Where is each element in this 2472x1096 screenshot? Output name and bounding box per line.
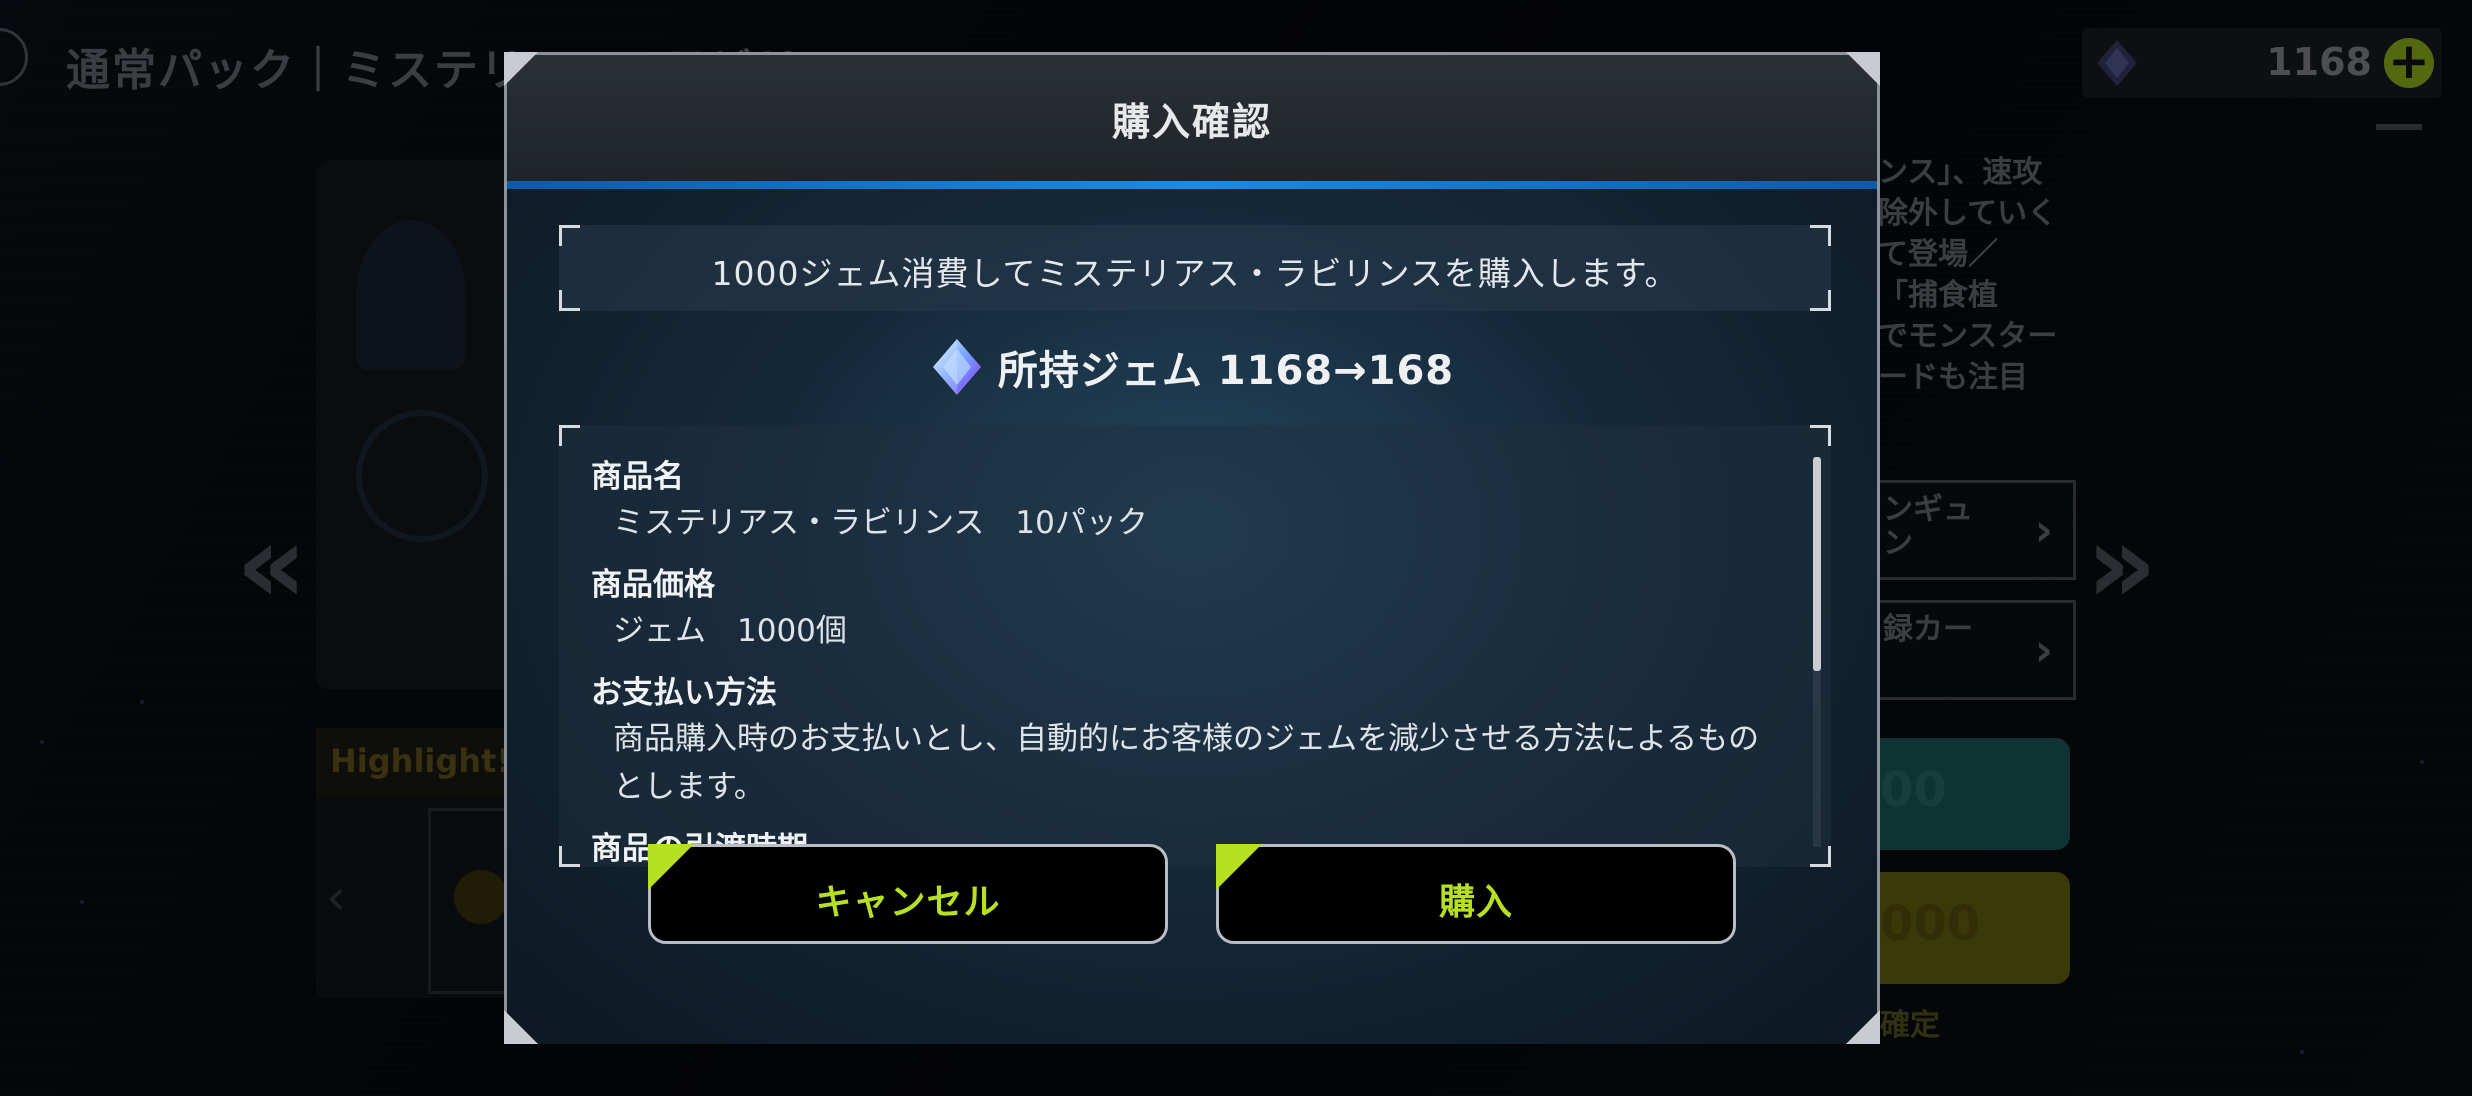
detail-label: 商品名 (591, 459, 684, 495)
detail-value: ミステリアス・ラビリンス 10パック (613, 505, 1148, 541)
gem-icon (932, 339, 981, 395)
message-box: 1000ジェム消費してミステリアス・ラビリンスを購入します。 (559, 225, 1831, 311)
gem-change-line: 所持ジェム 1168→168 (507, 337, 1877, 401)
confirm-message: 1000ジェム消費してミステリアス・ラビリンスを購入します。 (711, 254, 1679, 293)
gem-change-text: 所持ジェム 1168→168 (997, 348, 1455, 394)
header-accent-line (507, 181, 1877, 189)
cancel-button[interactable]: キャンセル (648, 844, 1168, 944)
product-details[interactable]: 商品名 ミステリアス・ラビリンス 10パック 商品価格 ジェム 1000個 お支… (559, 425, 1831, 867)
scrollbar-thumb[interactable] (1813, 457, 1821, 671)
purchase-button[interactable]: 購入 (1216, 844, 1736, 944)
detail-label: 商品価格 (591, 567, 715, 603)
cancel-button-label: キャンセル (815, 882, 1001, 923)
detail-label: お支払い方法 (591, 675, 777, 711)
detail-value: 商品購入時のお支払いとし、自動的にお客様のジェムを減少させる方法によるものとしま… (613, 721, 1760, 805)
details-content: 商品名 ミステリアス・ラビリンス 10パック 商品価格 ジェム 1000個 お支… (591, 455, 1771, 867)
purchase-button-label: 購入 (1438, 882, 1513, 923)
detail-value: ジェム 1000個 (613, 613, 847, 649)
dialog-header: 購入確認 (507, 55, 1877, 181)
details-scrollbar[interactable] (1813, 457, 1821, 847)
dialog-title: 購入確認 (1111, 100, 1272, 144)
